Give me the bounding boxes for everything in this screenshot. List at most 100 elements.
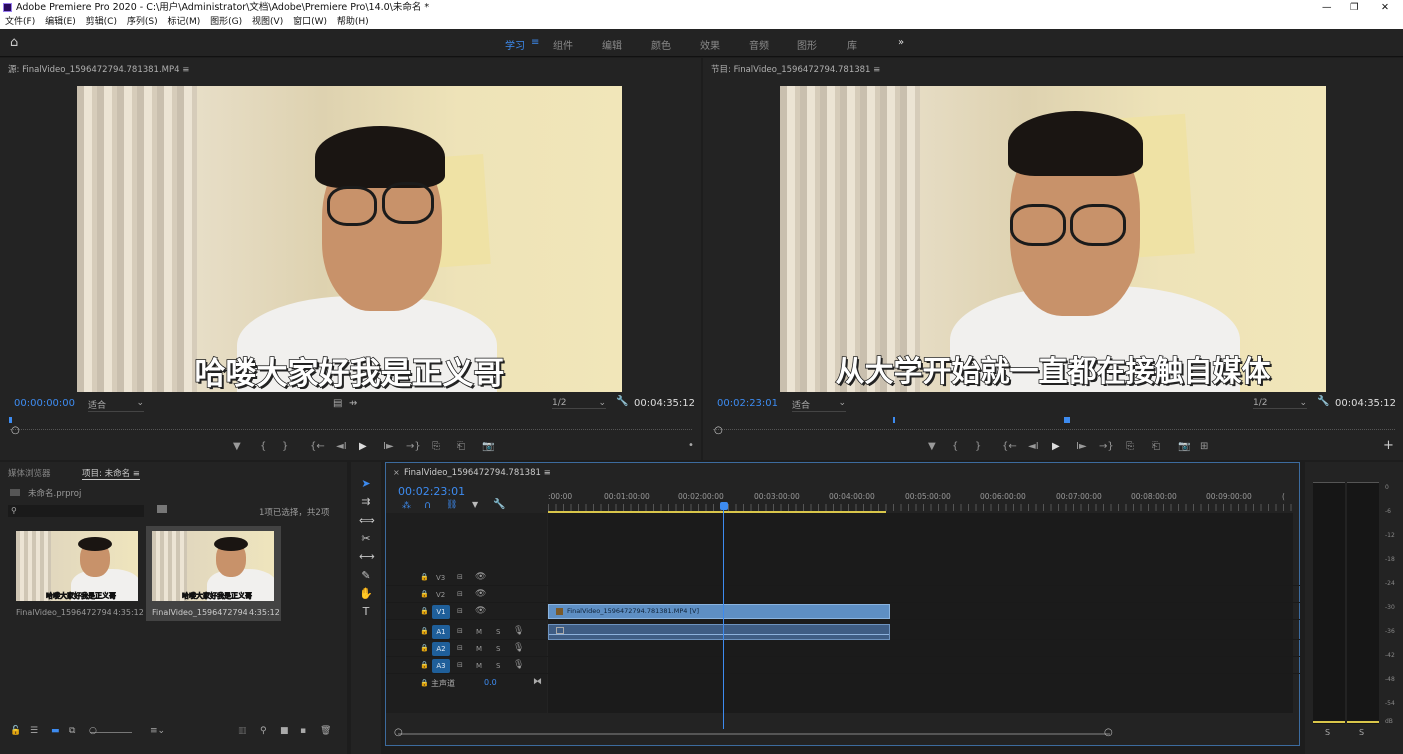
nest-icon[interactable]: ⁂ <box>402 501 411 511</box>
solo-button[interactable]: S <box>496 628 500 636</box>
menu-graphics[interactable]: 图形(G) <box>210 17 242 27</box>
sync-lock-icon[interactable]: ⊟ <box>457 590 463 598</box>
restore-button[interactable]: ❐ <box>1350 0 1359 15</box>
source-resolution-select[interactable]: 1/2 ⌄ <box>552 398 606 409</box>
workspace-color[interactable]: 颜色 <box>651 37 671 52</box>
track-label-v1[interactable]: V1 <box>432 605 450 619</box>
microphone-icon[interactable]: 🎙 <box>513 660 524 670</box>
sequence-tab[interactable]: FinalVideo_1596472794.781381 ≡ <box>404 468 551 478</box>
track-label-a3[interactable]: A3 <box>432 659 450 673</box>
go-to-out-button[interactable]: →} <box>406 441 421 452</box>
track-label-v3[interactable]: V3 <box>436 574 445 582</box>
new-bin-from-search-icon[interactable] <box>157 505 167 513</box>
timeline-ruler-ticks[interactable] <box>548 504 1293 511</box>
insert-icon[interactable]: ⇸ <box>349 398 357 409</box>
timeline-scrollbar[interactable] <box>398 733 1110 735</box>
mark-in-button[interactable]: { <box>260 441 266 452</box>
track-label-a2[interactable]: A2 <box>432 642 450 656</box>
workspace-assembly[interactable]: 组件 <box>553 37 573 52</box>
timeline-timecode[interactable]: 00:02:23:01 <box>398 485 465 498</box>
lift-button[interactable]: ⎘ <box>1126 441 1134 452</box>
play-button[interactable]: ▶ <box>359 441 367 452</box>
eye-icon[interactable]: 👁 <box>475 606 486 616</box>
mark-out-button[interactable]: } <box>282 441 288 452</box>
mute-button[interactable]: M <box>476 628 482 636</box>
linked-selection-icon[interactable]: ⛓ <box>446 500 457 510</box>
track-select-tool-icon[interactable]: ⇉ <box>359 495 373 509</box>
scroll-handle-left-icon[interactable]: ○ <box>394 727 403 738</box>
comparison-view-button[interactable]: ⊞ <box>1200 441 1208 452</box>
go-to-in-button[interactable]: {← <box>310 441 325 452</box>
menu-sequence[interactable]: 序列(S) <box>127 17 158 27</box>
lock-icon[interactable]: 🔒 <box>420 661 429 669</box>
go-to-out-button[interactable]: →} <box>1099 441 1114 452</box>
sync-lock-icon[interactable]: ⊟ <box>457 627 463 635</box>
close-button[interactable]: ✕ <box>1381 0 1389 15</box>
razor-tool-icon[interactable]: ✂ <box>359 532 373 546</box>
overwrite-button[interactable]: ⎗ <box>457 441 465 452</box>
eye-icon[interactable]: 👁 <box>475 589 486 599</box>
icon-view-icon[interactable]: ▬ <box>51 726 60 736</box>
menu-help[interactable]: 帮助(H) <box>337 17 369 27</box>
source-fit-select[interactable]: 适合 ⌄ <box>88 398 144 412</box>
close-sequence-button[interactable]: × <box>393 468 400 477</box>
extract-button[interactable]: ⎗ <box>1152 441 1160 452</box>
source-monitor-title[interactable]: 源: FinalVideo_1596472794.781381.MP4 ≡ <box>8 63 189 75</box>
add-marker-icon[interactable]: ▼ <box>472 500 478 509</box>
play-button[interactable]: ▶ <box>1052 441 1060 452</box>
program-resolution-select[interactable]: 1/2 ⌄ <box>1253 398 1307 409</box>
meter-solo-left-button[interactable]: S <box>1325 728 1330 737</box>
mark-out-button[interactable]: } <box>975 441 981 452</box>
sync-lock-icon[interactable]: ⊟ <box>457 644 463 652</box>
workspace-editing[interactable]: 编辑 <box>602 37 622 52</box>
zoom-handle-icon[interactable]: ○ <box>11 425 20 436</box>
source-timecode[interactable]: 00:00:00:00 <box>14 398 75 409</box>
add-button[interactable]: + <box>1383 438 1394 453</box>
zoom-handle-icon[interactable]: ○ <box>714 425 723 436</box>
project-search-input[interactable] <box>22 505 140 517</box>
new-item-icon[interactable]: ▪ <box>300 726 306 736</box>
go-to-in-button[interactable]: {← <box>1002 441 1017 452</box>
lock-icon[interactable]: 🔒 <box>420 627 429 635</box>
lock-icon[interactable]: 🔒 <box>420 590 429 598</box>
trash-icon[interactable]: 🗑 <box>320 726 331 736</box>
workspace-libraries[interactable]: 库 <box>847 37 857 52</box>
menu-window[interactable]: 窗口(W) <box>293 17 327 27</box>
track-label-a1[interactable]: A1 <box>432 625 450 639</box>
microphone-icon[interactable]: 🎙 <box>513 626 524 636</box>
step-forward-button[interactable]: I► <box>383 441 394 452</box>
add-marker-button[interactable]: ▼ <box>928 441 936 452</box>
automate-to-sequence-icon[interactable]: ▥ <box>238 726 247 736</box>
step-back-button[interactable]: ◄I <box>336 441 347 452</box>
solo-button[interactable]: S <box>496 662 500 670</box>
menu-marker[interactable]: 标记(M) <box>167 17 200 27</box>
add-marker-button[interactable]: ▼ <box>233 441 241 452</box>
master-volume-value[interactable]: 0.0 <box>484 678 497 687</box>
audio-clip[interactable] <box>548 624 890 640</box>
lock-icon[interactable]: 🔓 <box>10 726 21 736</box>
eye-icon[interactable]: 👁 <box>475 572 486 582</box>
workspace-menu-icon[interactable]: ≡ <box>531 37 539 48</box>
mute-button[interactable]: M <box>476 662 482 670</box>
zoom-slider-handle-icon[interactable]: ○ <box>89 726 97 736</box>
program-timebar[interactable] <box>713 420 1395 430</box>
source-playhead-marker[interactable] <box>9 417 12 423</box>
timeline-playhead-handle[interactable] <box>720 502 728 510</box>
step-forward-button[interactable]: I► <box>1076 441 1087 452</box>
lock-icon[interactable]: 🔒 <box>420 679 429 687</box>
home-icon[interactable]: ⌂ <box>10 35 18 50</box>
new-bin-icon[interactable]: ■ <box>280 726 289 736</box>
step-back-button[interactable]: ◄I <box>1028 441 1039 452</box>
meter-solo-right-button[interactable]: S <box>1359 728 1364 737</box>
export-frame-camera-icon[interactable]: 📷 <box>482 441 494 452</box>
track-label-v2[interactable]: V2 <box>436 591 445 599</box>
mute-button[interactable]: M <box>476 645 482 653</box>
export-frame-camera-icon[interactable]: 📷 <box>1178 441 1190 452</box>
lock-icon[interactable]: 🔒 <box>420 644 429 652</box>
sync-lock-icon[interactable]: ⊟ <box>457 661 463 669</box>
mark-in-button[interactable]: { <box>952 441 958 452</box>
menu-edit[interactable]: 编辑(E) <box>45 17 76 27</box>
menu-file[interactable]: 文件(F) <box>5 17 35 27</box>
workspace-more-button[interactable]: » <box>898 37 904 48</box>
wrench-icon[interactable]: 🔧 <box>1317 396 1329 407</box>
